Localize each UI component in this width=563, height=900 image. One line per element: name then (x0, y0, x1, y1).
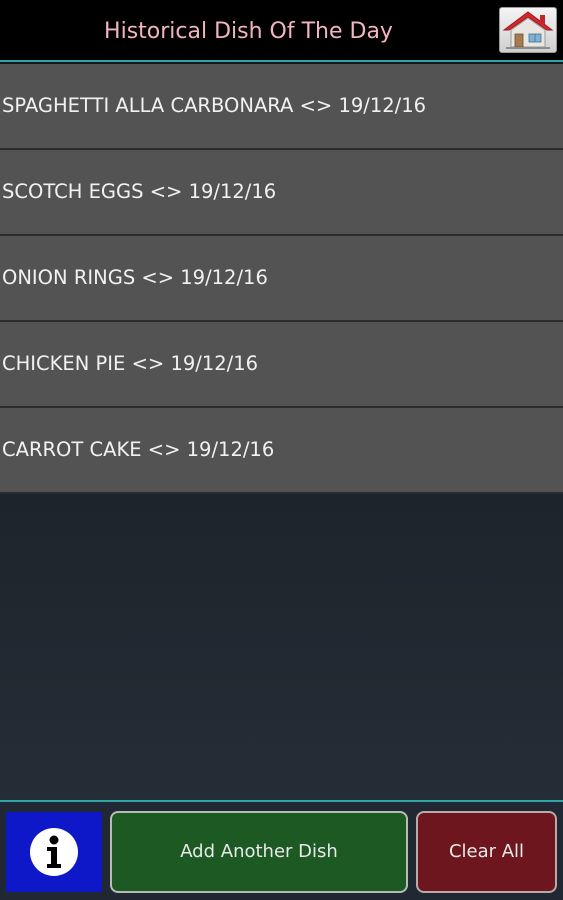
app-header: Historical Dish Of The Day (0, 0, 563, 62)
info-button[interactable] (6, 812, 102, 892)
dish-label: ONION RINGS <> 19/12/16 (2, 266, 268, 289)
dish-label: SPAGHETTI ALLA CARBONARA <> 19/12/16 (2, 94, 427, 117)
bottom-toolbar: Add Another Dish Clear All (0, 800, 563, 900)
list-item[interactable]: SCOTCH EGGS <> 19/12/16 (0, 150, 563, 236)
home-icon (502, 11, 554, 49)
list-item[interactable]: ONION RINGS <> 19/12/16 (0, 236, 563, 322)
page-title: Historical Dish Of The Day (104, 19, 393, 44)
add-dish-button[interactable]: Add Another Dish (110, 811, 408, 893)
clear-all-button[interactable]: Clear All (416, 811, 557, 893)
info-icon (30, 828, 78, 876)
dish-label: SCOTCH EGGS <> 19/12/16 (2, 180, 277, 203)
list-item[interactable]: CARROT CAKE <> 19/12/16 (0, 408, 563, 494)
dish-label: CHICKEN PIE <> 19/12/16 (2, 352, 259, 375)
dish-label: CARROT CAKE <> 19/12/16 (2, 438, 275, 461)
list-item[interactable]: CHICKEN PIE <> 19/12/16 (0, 322, 563, 408)
list-item[interactable]: SPAGHETTI ALLA CARBONARA <> 19/12/16 (0, 64, 563, 150)
home-button[interactable] (499, 7, 557, 53)
dish-list: SPAGHETTI ALLA CARBONARA <> 19/12/16 SCO… (0, 64, 563, 494)
